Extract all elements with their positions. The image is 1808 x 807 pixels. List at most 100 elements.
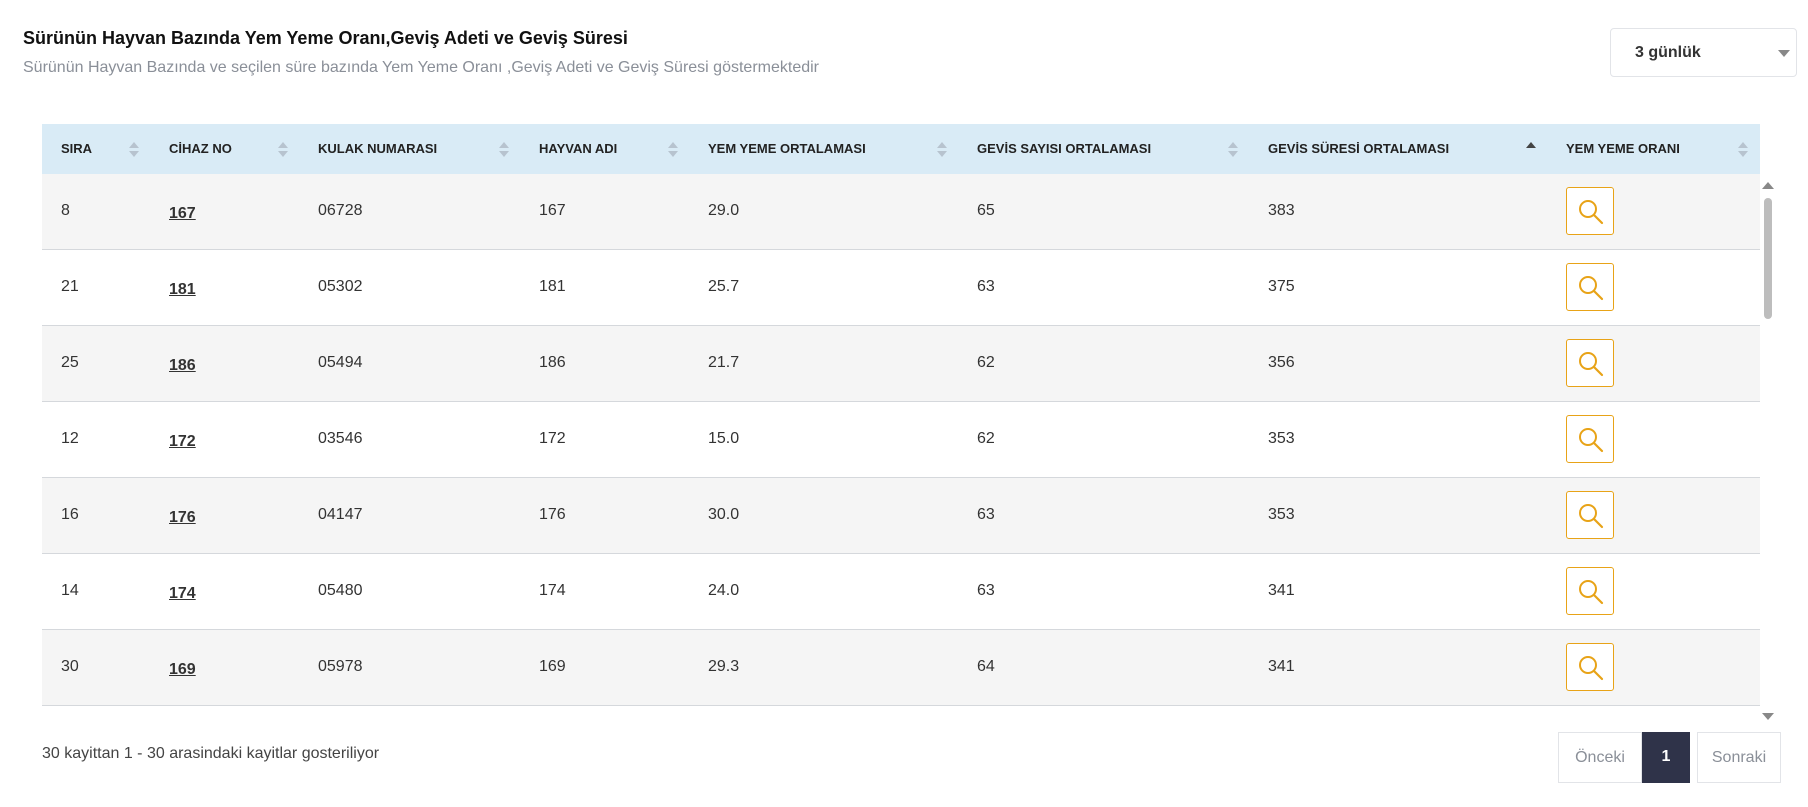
- sort-icon[interactable]: [499, 142, 510, 158]
- cihaz-no-link[interactable]: 186: [169, 357, 196, 375]
- cell-yem-yeme-ortalamasi: 29.0: [708, 202, 740, 219]
- table-row: 25 186 05494 186 21.7 62 356: [42, 326, 1760, 402]
- cihaz-no-link[interactable]: 174: [169, 585, 196, 603]
- next-page-button[interactable]: Sonraki: [1697, 732, 1781, 783]
- chevron-down-icon: [1778, 50, 1790, 57]
- cell-yem-yeme-ortalamasi: 24.0: [708, 582, 740, 599]
- cihaz-no-link[interactable]: 181: [169, 281, 196, 299]
- yem-yeme-orani-button[interactable]: [1566, 187, 1614, 235]
- cell-kulak-numarasi: 05480: [318, 582, 363, 599]
- period-select-value: 3 günlük: [1635, 44, 1701, 61]
- previous-page-button[interactable]: Önceki: [1558, 732, 1642, 783]
- table-header: SIRA CİHAZ NO KULAK NUMARASI HAYVAN ADI …: [42, 124, 1760, 174]
- column-header-yem-yeme-orani[interactable]: YEM YEME ORANI: [1566, 124, 1680, 174]
- cell-kulak-numarasi: 05978: [318, 658, 363, 675]
- search-icon: [1579, 504, 1604, 529]
- cell-hayvan-adi: 169: [539, 658, 566, 675]
- cell-hayvan-adi: 186: [539, 354, 566, 371]
- cell-yem-yeme-ortalamasi: 15.0: [708, 430, 740, 447]
- table-row: 30 169 05978 169 29.3 64 341: [42, 630, 1760, 706]
- cell-hayvan-adi: 172: [539, 430, 566, 447]
- yem-yeme-orani-button[interactable]: [1566, 415, 1614, 463]
- page-title: Sürünün Hayvan Bazında Yem Yeme Oranı,Ge…: [23, 28, 628, 48]
- search-icon: [1579, 200, 1604, 225]
- scrollbar-thumb[interactable]: [1764, 198, 1772, 319]
- records-info: 30 kayittan 1 - 30 arasindaki kayitlar g…: [42, 745, 380, 762]
- cell-kulak-numarasi: 05302: [318, 278, 363, 295]
- sort-icon[interactable]: [129, 142, 140, 158]
- column-header-sira[interactable]: SIRA: [61, 124, 92, 174]
- cell-yem-yeme-ortalamasi: 30.0: [708, 506, 740, 523]
- yem-yeme-orani-button[interactable]: [1566, 263, 1614, 311]
- cell-gevis-sayisi-ortalamasi: 62: [977, 354, 995, 371]
- yem-yeme-orani-button[interactable]: [1566, 339, 1614, 387]
- cell-gevis-sayisi-ortalamasi: 63: [977, 278, 995, 295]
- table-scrollbar[interactable]: [1762, 178, 1774, 720]
- cihaz-no-link[interactable]: 167: [169, 205, 196, 223]
- cell-gevis-sayisi-ortalamasi: 63: [977, 506, 995, 523]
- table-row: 21 181 05302 181 25.7 63 375: [42, 250, 1760, 326]
- cell-gevis-sayisi-ortalamasi: 64: [977, 658, 995, 675]
- cell-gevis-suresi-ortalamasi: 353: [1268, 430, 1295, 447]
- cell-gevis-sayisi-ortalamasi: 65: [977, 202, 995, 219]
- data-table: SIRA CİHAZ NO KULAK NUMARASI HAYVAN ADI …: [42, 124, 1760, 710]
- cell-gevis-suresi-ortalamasi: 383: [1268, 202, 1295, 219]
- scroll-up-arrow-icon[interactable]: [1762, 182, 1774, 189]
- yem-yeme-orani-button[interactable]: [1566, 491, 1614, 539]
- search-icon: [1579, 352, 1604, 377]
- search-icon: [1579, 276, 1604, 301]
- search-icon: [1579, 428, 1604, 453]
- cell-yem-yeme-ortalamasi: 21.7: [708, 354, 740, 371]
- cell-sira: 16: [61, 506, 79, 523]
- cell-kulak-numarasi: 04147: [318, 506, 363, 523]
- cell-sira: 12: [61, 430, 79, 447]
- yem-yeme-orani-button[interactable]: [1566, 643, 1614, 691]
- search-icon: [1579, 656, 1604, 681]
- sort-icon[interactable]: [278, 142, 289, 158]
- cell-gevis-suresi-ortalamasi: 375: [1268, 278, 1295, 295]
- cell-hayvan-adi: 176: [539, 506, 566, 523]
- cell-gevis-suresi-ortalamasi: 356: [1268, 354, 1295, 371]
- cell-kulak-numarasi: 06728: [318, 202, 363, 219]
- sort-icon[interactable]: [1228, 142, 1239, 158]
- column-header-kulak-numarasi[interactable]: KULAK NUMARASI: [318, 124, 437, 174]
- column-header-gevis-sayisi-ortalamasi[interactable]: GEVİS SAYISI ORTALAMASI: [977, 124, 1151, 174]
- cell-sira: 8: [61, 202, 70, 219]
- cell-yem-yeme-ortalamasi: 29.3: [708, 658, 740, 675]
- cihaz-no-link[interactable]: 176: [169, 509, 196, 527]
- table-row: 12 172 03546 172 15.0 62 353: [42, 402, 1760, 478]
- yem-yeme-orani-button[interactable]: [1566, 567, 1614, 615]
- cell-gevis-sayisi-ortalamasi: 62: [977, 430, 995, 447]
- cell-hayvan-adi: 167: [539, 202, 566, 219]
- column-header-yem-yeme-ortalamasi[interactable]: YEM YEME ORTALAMASI: [708, 124, 866, 174]
- table-row: 14 174 05480 174 24.0 63 341: [42, 554, 1760, 630]
- cell-hayvan-adi: 174: [539, 582, 566, 599]
- cihaz-no-link[interactable]: 169: [169, 661, 196, 679]
- column-header-cihaz-no[interactable]: CİHAZ NO: [169, 124, 232, 174]
- page-subtitle: Sürünün Hayvan Bazında ve seçilen süre b…: [23, 59, 819, 76]
- column-header-hayvan-adi[interactable]: HAYVAN ADI: [539, 124, 617, 174]
- table-row: 16 176 04147 176 30.0 63 353: [42, 478, 1760, 554]
- sort-icon[interactable]: [668, 142, 679, 158]
- cell-gevis-suresi-ortalamasi: 341: [1268, 658, 1295, 675]
- cihaz-no-link[interactable]: 172: [169, 433, 196, 451]
- cell-gevis-suresi-ortalamasi: 341: [1268, 582, 1295, 599]
- sort-icon[interactable]: [937, 142, 948, 158]
- scroll-down-arrow-icon[interactable]: [1762, 713, 1774, 720]
- cell-sira: 14: [61, 582, 79, 599]
- cell-sira: 30: [61, 658, 79, 675]
- page-1-button[interactable]: 1: [1642, 732, 1690, 783]
- cell-sira: 25: [61, 354, 79, 371]
- cell-kulak-numarasi: 03546: [318, 430, 363, 447]
- cell-sira: 21: [61, 278, 79, 295]
- cell-gevis-sayisi-ortalamasi: 63: [977, 582, 995, 599]
- table-row: 8 167 06728 167 29.0 65 383: [42, 174, 1760, 250]
- sort-asc-icon[interactable]: [1526, 142, 1537, 158]
- sort-icon[interactable]: [1738, 142, 1749, 158]
- cell-gevis-suresi-ortalamasi: 353: [1268, 506, 1295, 523]
- period-select[interactable]: 3 günlük: [1610, 28, 1797, 77]
- search-icon: [1579, 580, 1604, 605]
- cell-hayvan-adi: 181: [539, 278, 566, 295]
- cell-kulak-numarasi: 05494: [318, 354, 363, 371]
- column-header-gevis-suresi-ortalamasi[interactable]: GEVİS SÜRESİ ORTALAMASI: [1268, 124, 1449, 174]
